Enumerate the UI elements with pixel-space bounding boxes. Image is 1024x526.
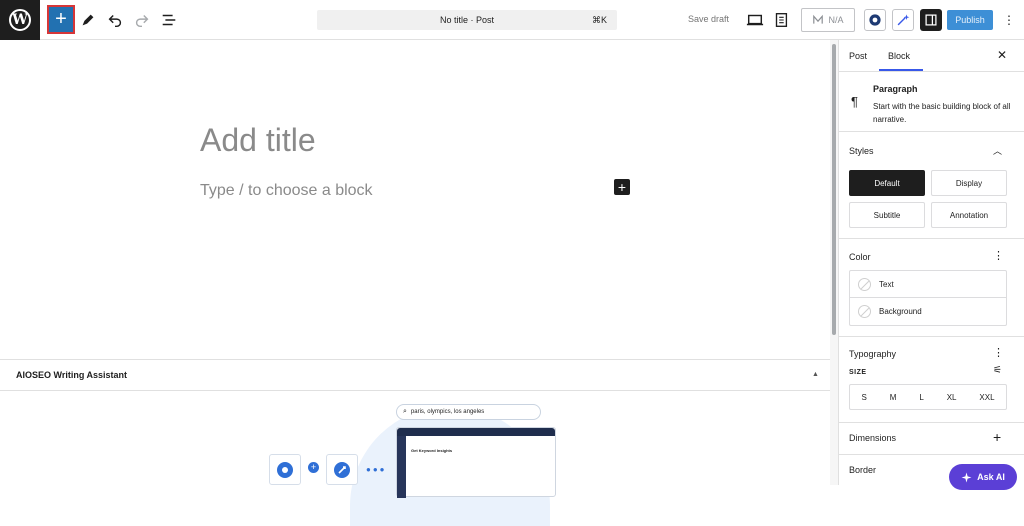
- close-icon[interactable]: ✕: [997, 48, 1007, 62]
- sidebar-tabs: Post Block ✕: [839, 40, 1024, 72]
- color-text-label: Text: [879, 279, 894, 289]
- ask-ai-button[interactable]: Ask AI: [949, 464, 1017, 490]
- block-name: Paragraph: [873, 84, 918, 94]
- publish-button[interactable]: Publish: [947, 10, 993, 30]
- dimensions-panel: Dimensions +: [839, 423, 1024, 455]
- active-tab-indicator: [879, 69, 923, 71]
- color-text-item[interactable]: Text: [850, 271, 1006, 298]
- pencil-icon: [82, 14, 94, 26]
- document-icon: [775, 13, 788, 27]
- styles-panel: Styles ︿ Default Display Subtitle Annota…: [839, 132, 1024, 239]
- redo-button[interactable]: [131, 9, 153, 31]
- rocket-icon: [334, 461, 350, 478]
- ask-ai-label: Ask AI: [977, 472, 1005, 482]
- aioseo-panel-title: AIOSEO Writing Assistant: [16, 370, 128, 380]
- aioseo-logo-icon: [813, 14, 824, 24]
- aioseo-settings-button[interactable]: [864, 9, 886, 31]
- seo-score-button[interactable]: N/A: [801, 8, 855, 32]
- plus-icon: +: [308, 462, 319, 473]
- list-view-icon: [162, 14, 176, 26]
- size-l-option[interactable]: L: [919, 393, 923, 402]
- redo-icon: [135, 14, 149, 28]
- plus-icon[interactable]: +: [993, 429, 1001, 445]
- illustration-rocket-node: [326, 454, 358, 485]
- size-m-option[interactable]: M: [890, 393, 897, 402]
- tab-post[interactable]: Post: [849, 51, 867, 61]
- document-title: No title · Post: [439, 15, 495, 25]
- paragraph-block[interactable]: Type / to choose a block: [200, 182, 373, 200]
- illustration-gear-node: [269, 454, 301, 485]
- color-options-group: Text Background: [849, 270, 1007, 326]
- style-subtitle-button[interactable]: Subtitle: [849, 202, 925, 228]
- aioseo-writing-assistant-panel: AIOSEO Writing Assistant ▲ ⌕ paris, olym…: [0, 359, 830, 526]
- illustration-search-text: paris, olympics, los angeles: [410, 409, 485, 415]
- post-title-input[interactable]: Add title: [200, 122, 316, 159]
- settings-sidebar-toggle[interactable]: [920, 9, 942, 31]
- wordpress-icon: W: [9, 9, 31, 31]
- color-panel-title: Color: [849, 252, 871, 262]
- style-display-button[interactable]: Display: [931, 170, 1007, 196]
- color-background-label: Background: [879, 307, 922, 316]
- search-icon: ⌕: [403, 408, 407, 415]
- tools-button[interactable]: [77, 9, 99, 31]
- sparkle-icon: [961, 472, 972, 482]
- save-draft-button[interactable]: Save draft: [688, 14, 729, 24]
- color-background-item[interactable]: Background: [850, 298, 1006, 325]
- undo-button[interactable]: [104, 9, 126, 31]
- gear-icon: [869, 14, 881, 26]
- illustration-search-bar: ⌕ paris, olympics, los angeles: [396, 404, 541, 420]
- block-description: Start with the basic building block of a…: [873, 102, 1011, 124]
- gear-icon: [277, 461, 293, 478]
- command-shortcut: ⌘K: [591, 15, 607, 25]
- revisions-button[interactable]: [770, 9, 792, 31]
- paragraph-icon: ¶: [851, 94, 858, 109]
- add-block-button[interactable]: +: [614, 179, 630, 195]
- editor-header: W + No title · Post ⌘K Save draft N/A Pu…: [0, 0, 1024, 40]
- size-xl-option[interactable]: XL: [947, 393, 957, 402]
- chevron-up-icon[interactable]: ︿: [993, 144, 1002, 157]
- illustration-heading: Get Keyword Insights: [411, 448, 453, 453]
- block-inserter-button[interactable]: +: [47, 5, 75, 34]
- ai-assistant-button[interactable]: [892, 9, 914, 31]
- dots-icon: ●●●: [366, 465, 387, 474]
- dimensions-panel-title: Dimensions: [849, 433, 897, 443]
- options-menu-button[interactable]: ⋮: [1003, 12, 1015, 28]
- document-overview-button[interactable]: [158, 9, 180, 31]
- style-default-button[interactable]: Default: [849, 170, 925, 196]
- typography-options-icon[interactable]: ⋮: [993, 346, 1004, 359]
- document-bar[interactable]: No title · Post ⌘K: [317, 10, 617, 30]
- wordpress-logo-button[interactable]: W: [0, 0, 40, 40]
- editor-canvas: Add title Type / to choose a block +: [0, 40, 830, 359]
- color-options-icon[interactable]: ⋮: [993, 249, 1004, 262]
- typography-panel: Typography ⋮ SIZE ⚟ S M L XL XXL: [839, 337, 1024, 423]
- style-annotation-button[interactable]: Annotation: [931, 202, 1007, 228]
- canvas-scrollbar-thumb[interactable]: [832, 44, 836, 335]
- undo-icon: [108, 14, 122, 28]
- empty-swatch-icon: [858, 305, 871, 318]
- size-xxl-option[interactable]: XXL: [979, 393, 994, 402]
- border-panel-title: Border: [849, 465, 877, 475]
- block-card: ¶ Paragraph Start with the basic buildin…: [839, 72, 1024, 132]
- sidebar-icon: [925, 14, 937, 26]
- typography-panel-title: Typography: [849, 349, 897, 359]
- color-panel: Color ⋮ Text Background: [839, 239, 1024, 337]
- custom-size-icon[interactable]: ⚟: [993, 365, 1002, 376]
- font-size-picker: S M L XL XXL: [849, 384, 1007, 410]
- desktop-icon: [746, 14, 764, 26]
- styles-panel-title[interactable]: Styles: [849, 146, 874, 156]
- settings-sidebar: Post Block ✕ ¶ Paragraph Start with the …: [838, 40, 1024, 485]
- illustration-window: Get Keyword Insights: [396, 427, 556, 498]
- tab-block[interactable]: Block: [888, 51, 910, 61]
- aioseo-panel-header[interactable]: AIOSEO Writing Assistant ▲: [0, 360, 830, 391]
- preview-button[interactable]: [744, 9, 766, 31]
- empty-swatch-icon: [858, 277, 871, 291]
- caret-up-icon[interactable]: ▲: [812, 371, 819, 378]
- seo-score-value: N/A: [828, 15, 844, 25]
- font-size-label: SIZE: [849, 369, 867, 376]
- magic-wand-icon: [897, 14, 910, 26]
- size-s-option[interactable]: S: [861, 393, 866, 402]
